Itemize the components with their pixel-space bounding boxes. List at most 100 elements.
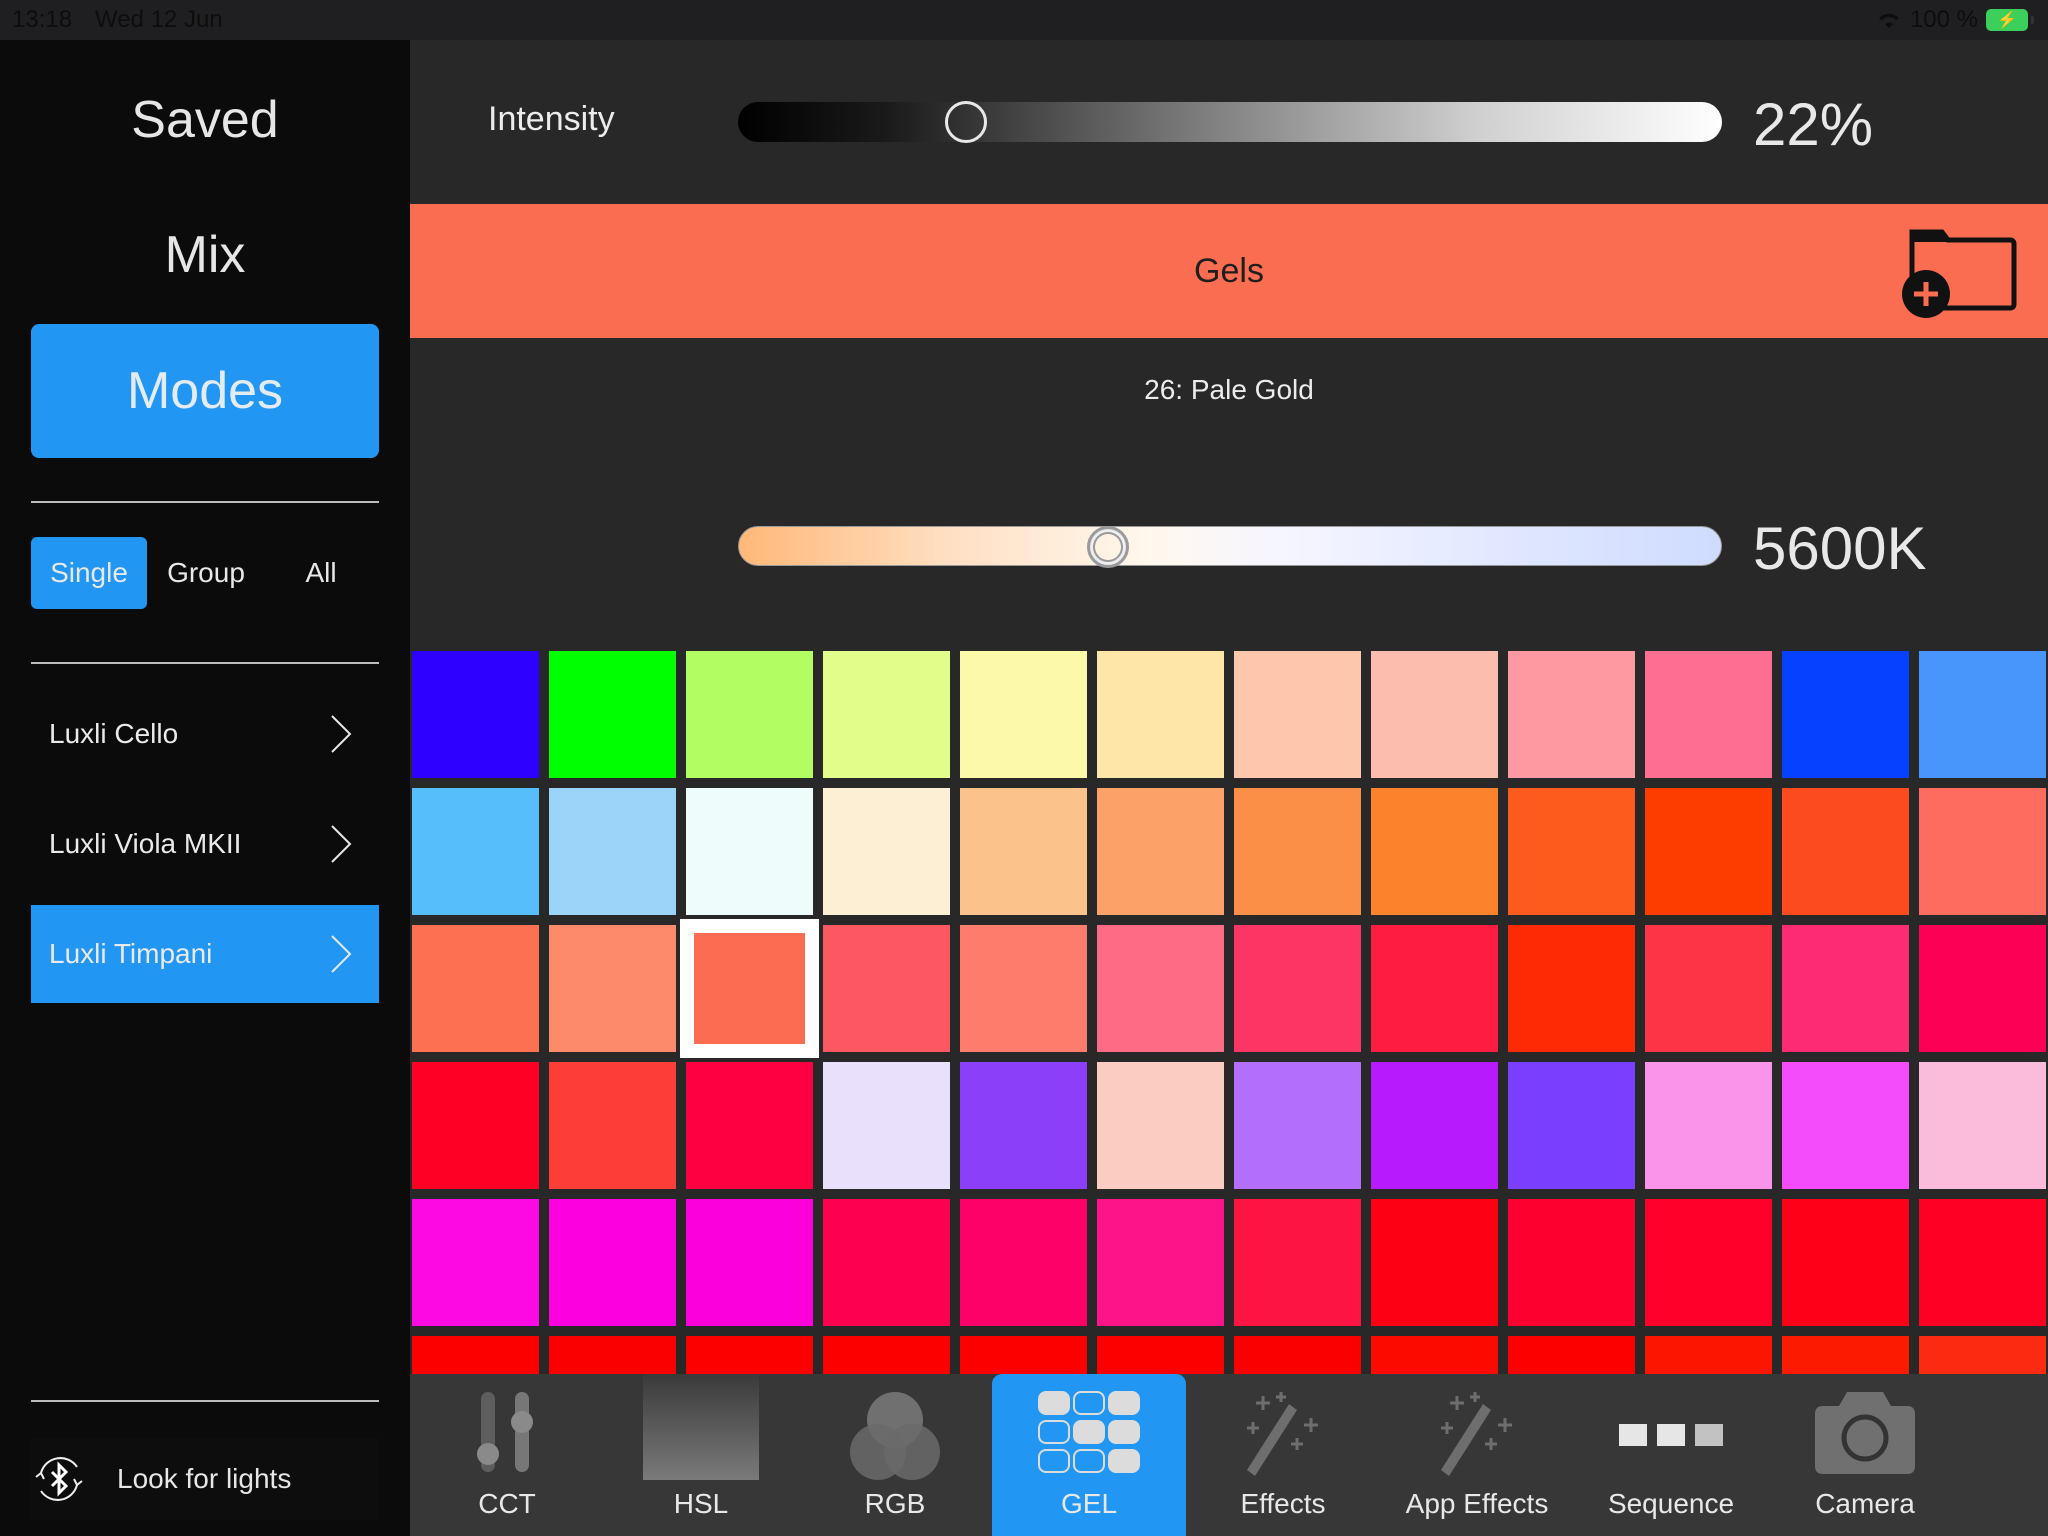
gel-swatch[interactable]: [412, 925, 539, 1052]
intensity-slider-thumb[interactable]: [944, 101, 987, 143]
nav-saved[interactable]: Saved: [0, 90, 410, 150]
gel-swatch[interactable]: [1782, 651, 1909, 778]
tab-label: GEL: [1060, 1488, 1118, 1519]
divider: [31, 662, 379, 664]
gel-swatch[interactable]: [1782, 1062, 1909, 1189]
magic-wand-icon: [1441, 1392, 1512, 1476]
tab-app-effects[interactable]: App Effects: [1380, 1374, 1574, 1536]
nav-mix[interactable]: Mix: [0, 225, 410, 285]
gel-swatch[interactable]: [1097, 1062, 1224, 1189]
scope-single[interactable]: Single: [31, 537, 147, 609]
gel-swatch[interactable]: [1919, 651, 2046, 778]
gel-swatch[interactable]: [1919, 1062, 2046, 1189]
cct-value: 5600K: [1753, 515, 1927, 582]
gel-swatch[interactable]: [1371, 1062, 1498, 1189]
gel-swatch[interactable]: [412, 1199, 539, 1326]
gel-swatch[interactable]: [1782, 788, 1909, 915]
gel-swatch[interactable]: [823, 925, 950, 1052]
gel-swatch[interactable]: [686, 788, 813, 915]
nav-modes[interactable]: Modes: [31, 324, 379, 458]
gel-swatch[interactable]: [549, 925, 676, 1052]
scope-group[interactable]: Group: [151, 537, 261, 609]
gel-swatch[interactable]: [1508, 1199, 1635, 1326]
tab-rgb[interactable]: RGB: [798, 1374, 992, 1536]
cct-slider-thumb[interactable]: [1086, 526, 1129, 568]
gel-swatch[interactable]: [686, 651, 813, 778]
gel-swatch[interactable]: [823, 1062, 950, 1189]
tab-effects[interactable]: Effects: [1186, 1374, 1380, 1536]
gel-swatch[interactable]: [1234, 651, 1361, 778]
gel-swatch[interactable]: [1919, 788, 2046, 915]
gel-swatch[interactable]: [1645, 651, 1772, 778]
gel-swatch-grid: [412, 651, 2048, 1414]
gel-swatch[interactable]: [823, 651, 950, 778]
gel-swatch[interactable]: [1645, 1062, 1772, 1189]
gel-swatch[interactable]: [549, 788, 676, 915]
gel-swatch[interactable]: [1097, 788, 1224, 915]
tab-label: CCT: [478, 1488, 536, 1519]
gel-swatch[interactable]: [549, 651, 676, 778]
gel-swatch[interactable]: [1508, 925, 1635, 1052]
gel-swatch[interactable]: [1919, 1199, 2046, 1326]
gel-swatch[interactable]: [1919, 925, 2046, 1052]
chevron-right-icon: [331, 825, 352, 863]
gel-swatch[interactable]: [1508, 651, 1635, 778]
gel-swatch[interactable]: [1234, 1199, 1361, 1326]
light-item-timpani[interactable]: Luxli Timpani: [31, 905, 379, 1003]
tab-gel[interactable]: GEL: [992, 1374, 1186, 1536]
wifi-icon: [1878, 13, 1899, 28]
gel-swatch[interactable]: [1645, 925, 1772, 1052]
look-for-lights-button[interactable]: Look for lights: [31, 1438, 379, 1520]
gel-swatch[interactable]: [1782, 925, 1909, 1052]
gel-swatch[interactable]: [1371, 651, 1498, 778]
gel-swatch[interactable]: [960, 651, 1087, 778]
divider: [31, 501, 379, 503]
hsl-gradient-icon: [643, 1374, 759, 1480]
chevron-right-icon: [331, 715, 352, 753]
tab-hsl[interactable]: HSL: [604, 1374, 798, 1536]
gel-swatch[interactable]: [960, 925, 1087, 1052]
light-item-viola[interactable]: Luxli Viola MKII: [31, 795, 379, 893]
gels-header: Gels: [410, 204, 2048, 338]
gel-swatch[interactable]: [1645, 1199, 1772, 1326]
gel-swatch[interactable]: [549, 1062, 676, 1189]
cct-sliders-icon: [477, 1392, 533, 1472]
gel-swatch[interactable]: [549, 1199, 676, 1326]
gel-swatch[interactable]: [1508, 788, 1635, 915]
gel-swatch[interactable]: [412, 788, 539, 915]
gel-swatch[interactable]: [1645, 788, 1772, 915]
gel-swatch[interactable]: [823, 1199, 950, 1326]
gel-swatch[interactable]: [1097, 925, 1224, 1052]
gel-swatch[interactable]: [823, 788, 950, 915]
tab-label: RGB: [864, 1488, 926, 1519]
tab-label: Sequence: [1607, 1488, 1735, 1519]
gel-swatch[interactable]: [686, 1062, 813, 1189]
gel-swatch[interactable]: [1234, 925, 1361, 1052]
gel-swatch[interactable]: [412, 1062, 539, 1189]
tab-camera[interactable]: Camera: [1768, 1374, 1962, 1536]
intensity-slider[interactable]: [738, 101, 1722, 143]
gel-swatch[interactable]: [960, 788, 1087, 915]
light-item-cello[interactable]: Luxli Cello: [31, 685, 379, 783]
add-folder-icon[interactable]: [1900, 224, 2020, 324]
tab-label: HSL: [673, 1488, 729, 1519]
gel-swatch[interactable]: [1371, 1199, 1498, 1326]
tab-sequence[interactable]: Sequence: [1574, 1374, 1768, 1536]
intensity-label: Intensity: [488, 100, 615, 138]
gel-swatch[interactable]: [1097, 651, 1224, 778]
gel-swatch[interactable]: [1782, 1199, 1909, 1326]
cct-slider[interactable]: [738, 526, 1722, 568]
gel-swatch-selected[interactable]: [680, 919, 819, 1058]
gel-swatch[interactable]: [1371, 788, 1498, 915]
gel-swatch[interactable]: [960, 1062, 1087, 1189]
gel-swatch[interactable]: [1234, 1062, 1361, 1189]
gel-swatch[interactable]: [1508, 1062, 1635, 1189]
gel-swatch[interactable]: [1097, 1199, 1224, 1326]
gel-swatch[interactable]: [412, 651, 539, 778]
gel-swatch[interactable]: [1234, 788, 1361, 915]
tab-cct[interactable]: CCT: [410, 1374, 604, 1536]
gel-swatch[interactable]: [686, 1199, 813, 1326]
scope-all[interactable]: All: [281, 537, 361, 609]
gel-swatch[interactable]: [960, 1199, 1087, 1326]
gel-swatch[interactable]: [1371, 925, 1498, 1052]
